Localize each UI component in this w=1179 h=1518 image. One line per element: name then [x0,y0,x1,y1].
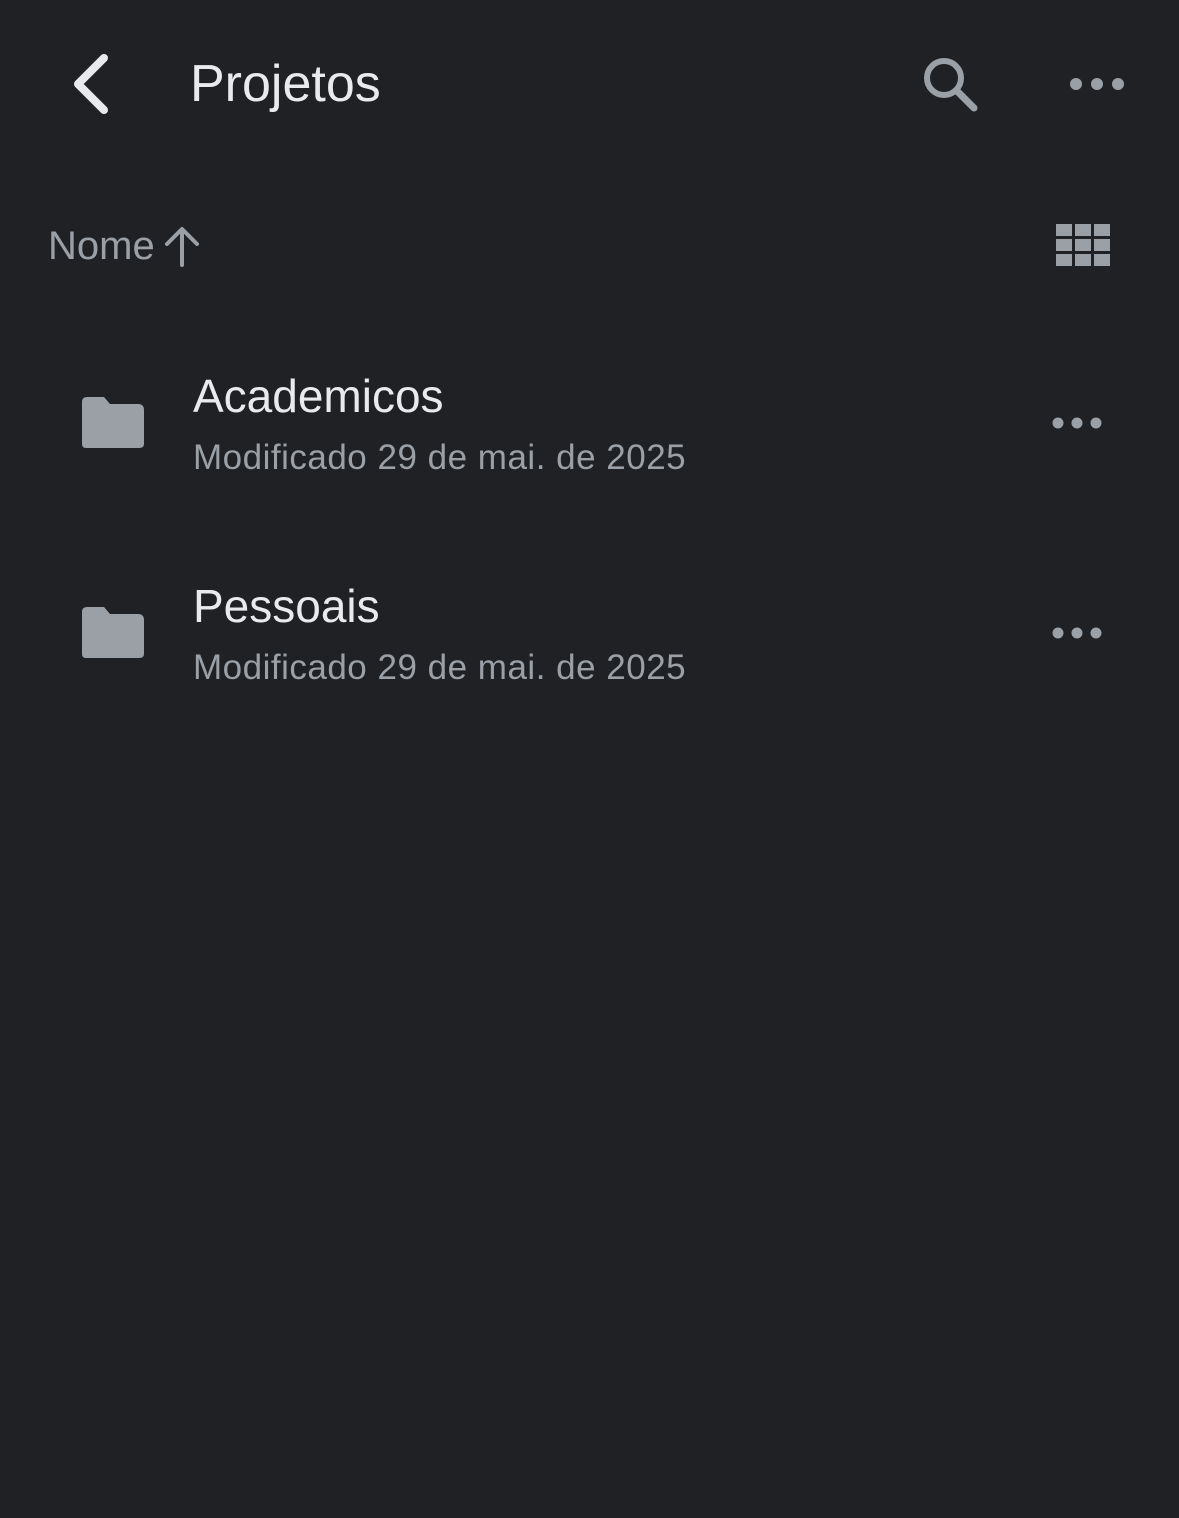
grid-view-button[interactable] [1046,212,1120,278]
item-modified-date: Modificado 29 de mai. de 2025 [193,438,687,477]
top-app-bar: Projetos [0,0,1179,170]
folder-icon [82,607,144,658]
arrow-up-icon [164,227,199,267]
list-item[interactable]: Academicos Modificado 29 de mai. de 2025 [0,320,1179,520]
more-horizontal-icon [1052,627,1102,639]
more-horizontal-icon [1052,417,1102,429]
item-more-button[interactable] [1036,592,1118,674]
sort-by-name-button[interactable]: Nome [48,218,201,274]
list-item[interactable]: Pessoais Modificado 29 de mai. de 2025 [0,530,1179,730]
chevron-left-icon [74,54,108,114]
item-name: Academicos [193,370,444,422]
more-options-button[interactable] [1055,42,1139,126]
item-modified-date: Modificado 29 de mai. de 2025 [193,648,687,687]
more-horizontal-icon [1070,78,1124,90]
item-name: Pessoais [193,580,380,632]
search-button[interactable] [908,42,992,126]
sort-label: Nome [48,224,155,268]
item-more-button[interactable] [1036,382,1118,464]
page-title: Projetos [190,55,381,113]
sort-bar: Nome [0,200,1179,290]
grid-view-icon [1056,224,1110,266]
search-icon [924,58,978,112]
folder-icon [82,397,144,448]
back-button[interactable] [50,40,130,128]
